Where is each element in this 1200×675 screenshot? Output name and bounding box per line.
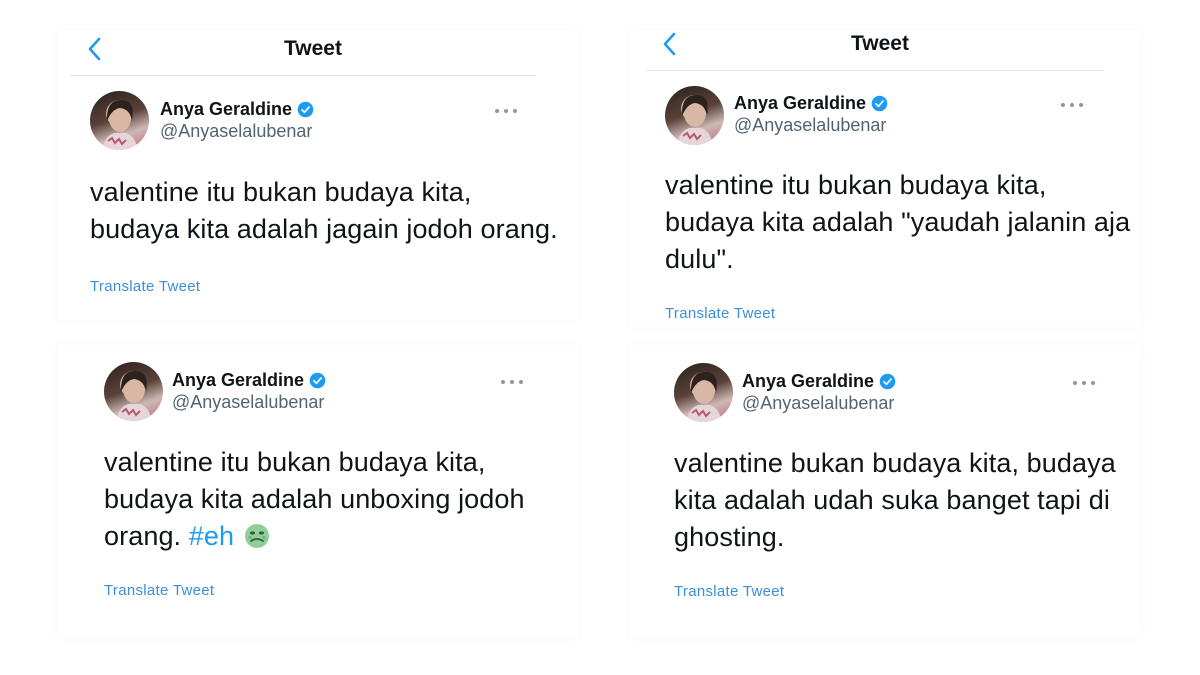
translate-tweet-link[interactable]: Translate Tweet bbox=[674, 583, 784, 600]
tweet-text-line: valentine itu bukan budaya kita, bbox=[104, 447, 486, 477]
tweet-text: valentine itu bukan budaya kita, budaya … bbox=[104, 444, 525, 555]
more-options-button[interactable] bbox=[495, 105, 517, 117]
nauseated-face-emoji-icon bbox=[244, 524, 269, 548]
verified-badge-icon bbox=[297, 101, 314, 118]
tweet-text-line: dulu". bbox=[665, 244, 734, 274]
author-name[interactable]: Anya Geraldine bbox=[734, 93, 866, 114]
header-divider bbox=[70, 75, 536, 76]
tweet-text-line: kita adalah udah suka banget tapi di bbox=[674, 485, 1110, 515]
author-handle[interactable]: @Anyaselalubenar bbox=[160, 121, 312, 142]
author-row: Anya Geraldine bbox=[160, 99, 314, 120]
author-row: Anya Geraldine bbox=[742, 371, 896, 392]
tweet-text-line: valentine itu bukan budaya kita, bbox=[90, 177, 472, 207]
tweet-text-line: budaya kita adalah "yaudah jalanin aja bbox=[665, 207, 1131, 237]
avatar[interactable] bbox=[665, 86, 724, 145]
tweet-text-line: valentine bukan budaya kita, budaya bbox=[674, 448, 1116, 478]
more-options-button[interactable] bbox=[501, 376, 523, 388]
more-options-button[interactable] bbox=[1073, 377, 1095, 389]
author-row: Anya Geraldine bbox=[734, 93, 888, 114]
tweet-text-segment: orang. bbox=[104, 521, 182, 551]
tweet-text-line: valentine itu bukan budaya kita, bbox=[665, 170, 1047, 200]
verified-badge-icon bbox=[879, 373, 896, 390]
tweet-text-line: budaya kita adalah jagain jodoh orang. bbox=[90, 214, 558, 244]
author-name[interactable]: Anya Geraldine bbox=[742, 371, 874, 392]
verified-badge-icon bbox=[309, 372, 326, 389]
author-handle[interactable]: @Anyaselalubenar bbox=[742, 393, 894, 414]
tweet-card-3: Anya Geraldine @Anyaselalubenar valentin… bbox=[58, 345, 578, 637]
tweet-card-1: Tweet Anya Geraldine @Anyaselalubenar va… bbox=[58, 30, 578, 320]
more-options-icon bbox=[1073, 381, 1077, 385]
more-options-button[interactable] bbox=[1061, 99, 1083, 111]
author-name[interactable]: Anya Geraldine bbox=[160, 99, 292, 120]
avatar[interactable] bbox=[104, 362, 163, 421]
tweet-card-4: Anya Geraldine @Anyaselalubenar valentin… bbox=[630, 345, 1140, 637]
tweet-text-line: ghosting. bbox=[674, 522, 785, 552]
author-handle[interactable]: @Anyaselalubenar bbox=[734, 115, 886, 136]
verified-badge-icon bbox=[871, 95, 888, 112]
translate-tweet-link[interactable]: Translate Tweet bbox=[104, 582, 214, 599]
page-title: Tweet bbox=[284, 37, 342, 60]
tweet-text: valentine bukan budaya kita, budaya kita… bbox=[674, 445, 1116, 556]
header-divider bbox=[646, 70, 1104, 71]
more-options-icon bbox=[501, 380, 505, 384]
tweet-text: valentine itu bukan budaya kita, budaya … bbox=[665, 167, 1130, 278]
tweet-text-line: orang. #eh bbox=[104, 518, 525, 555]
tweet-text-line: budaya kita adalah unboxing jodoh bbox=[104, 484, 525, 514]
author-row: Anya Geraldine bbox=[172, 370, 326, 391]
tweet-text: valentine itu bukan budaya kita, budaya … bbox=[90, 174, 558, 248]
more-options-icon bbox=[495, 109, 499, 113]
avatar[interactable] bbox=[674, 363, 733, 422]
author-name[interactable]: Anya Geraldine bbox=[172, 370, 304, 391]
tweet-card-2: Tweet Anya Geraldine @Anyaselalubenar va… bbox=[630, 30, 1140, 327]
author-handle[interactable]: @Anyaselalubenar bbox=[172, 392, 324, 413]
page-title: Tweet bbox=[851, 32, 909, 55]
more-options-icon bbox=[1061, 103, 1065, 107]
translate-tweet-link[interactable]: Translate Tweet bbox=[665, 305, 775, 322]
translate-tweet-link[interactable]: Translate Tweet bbox=[90, 278, 200, 295]
avatar[interactable] bbox=[90, 91, 149, 150]
hashtag-link[interactable]: #eh bbox=[189, 521, 234, 551]
